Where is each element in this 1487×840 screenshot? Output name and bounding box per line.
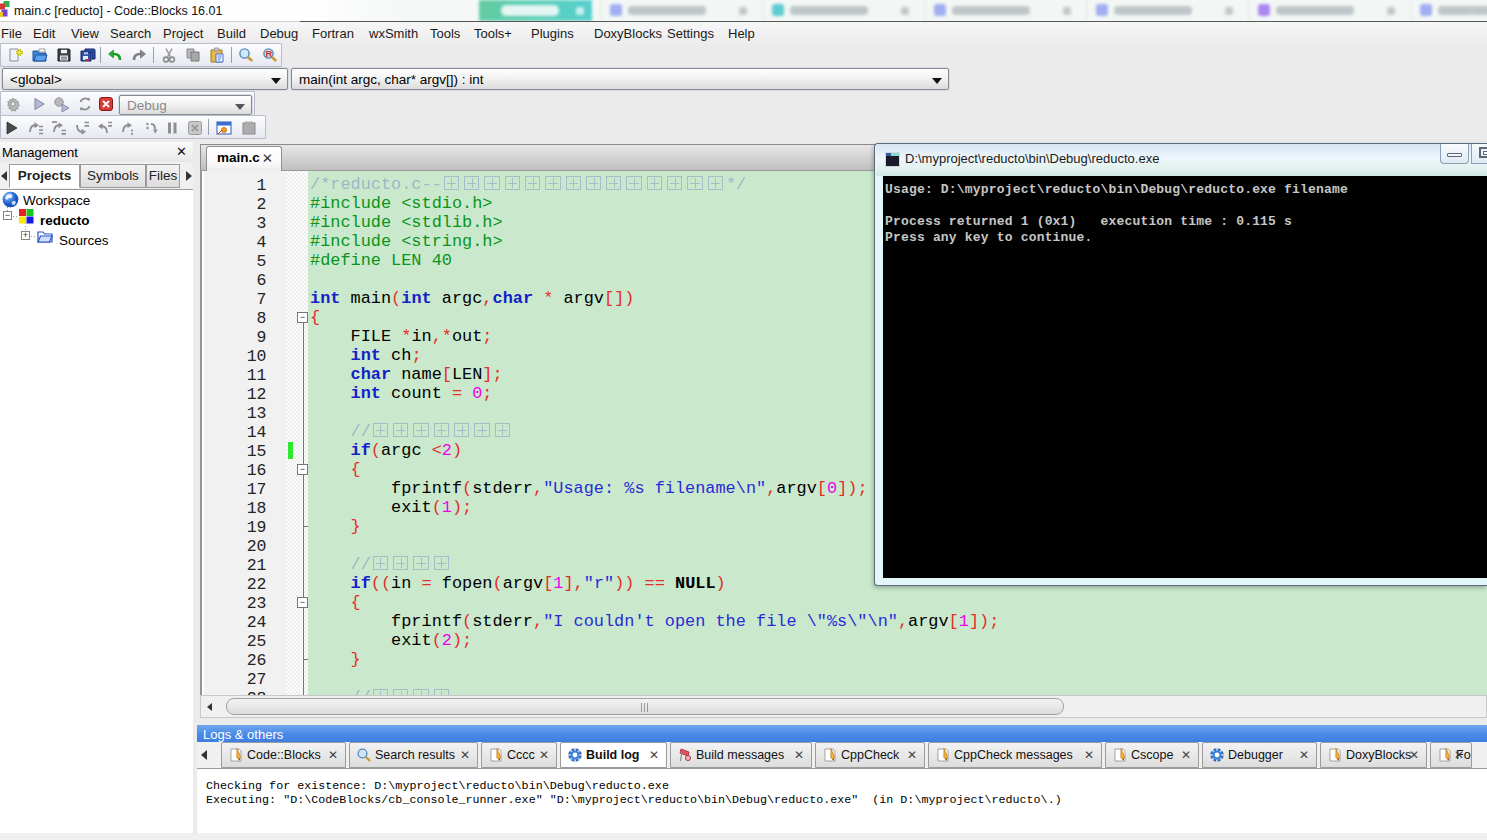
- svg-text:R: R: [266, 48, 273, 59]
